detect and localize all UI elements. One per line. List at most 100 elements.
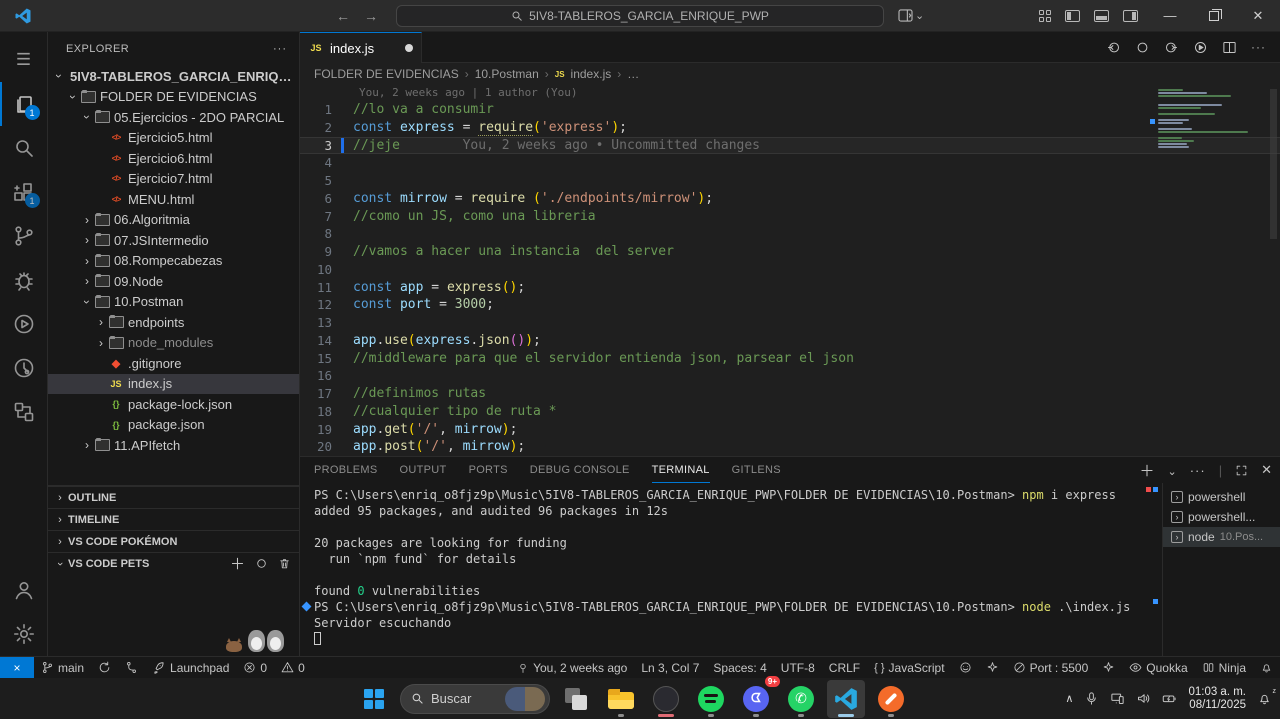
section-outline[interactable]: ›OUTLINE [48, 486, 299, 508]
tree-item-10-postman[interactable]: ›10.Postman [48, 292, 299, 313]
toggle-sidebar-icon[interactable] [1065, 10, 1080, 22]
code-line-3[interactable]: 3//jeje You, 2 weeks ago • Uncommitted c… [300, 137, 1280, 155]
restore-button[interactable] [1192, 0, 1236, 32]
tab-indexjs[interactable]: JS index.js [300, 32, 422, 63]
tree-item-menu-html[interactable]: </>MENU.html [48, 189, 299, 210]
command-center-search[interactable]: 5IV8-TABLEROS_GARCIA_ENRIQUE_PWP [396, 5, 884, 27]
dark-app-button[interactable] [647, 680, 685, 718]
pet-bat[interactable] [226, 641, 242, 652]
tree-item-09-node[interactable]: ›09.Node [48, 271, 299, 292]
settings-gear-icon[interactable] [0, 612, 48, 656]
orange-app-button[interactable] [872, 680, 910, 718]
code-line-10[interactable]: 10 [300, 261, 1280, 279]
gitlens-prev-change-icon[interactable] [1106, 40, 1121, 55]
tree-item-06-algoritmia[interactable]: ›06.Algoritmia [48, 210, 299, 231]
toggle-secondary-sidebar-icon[interactable] [1123, 10, 1138, 22]
breadcrumb-item[interactable]: … [627, 67, 639, 81]
nav-forward-button[interactable]: → [364, 8, 378, 24]
maximize-panel-icon[interactable] [1235, 464, 1248, 477]
code-line-14[interactable]: 14app.use(express.json()); [300, 332, 1280, 350]
tree-item-07-jsintermedio[interactable]: ›07.JSIntermedio [48, 230, 299, 251]
mic-icon[interactable] [1084, 691, 1099, 706]
remote-explorer-icon[interactable] [0, 390, 48, 434]
section-vs-code-pok-mon[interactable]: ›VS CODE POKÉMON [48, 530, 299, 552]
status-indentation[interactable]: Spaces: 4 [706, 657, 773, 679]
tray-clock[interactable]: 01:03 a. m.08/11/2025 [1188, 686, 1246, 712]
code-line-17[interactable]: 17//definimos rutas [300, 385, 1280, 403]
vscode-button[interactable] [827, 680, 865, 718]
status-cursor-position[interactable]: Ln 3, Col 7 [634, 657, 706, 679]
debug-icon[interactable] [0, 258, 48, 302]
tree-item-11-apifetch[interactable]: ›11.APIfetch [48, 435, 299, 456]
remote-indicator-button[interactable]: × [0, 657, 34, 679]
search-icon[interactable] [0, 126, 48, 170]
tree-item-ejercicio6-html[interactable]: </>Ejercicio6.html [48, 148, 299, 169]
tree-item-5iv8-tableros-garcia-enrique-pwp[interactable]: ›5IV8-TABLEROS_GARCIA_ENRIQUE_PWP [48, 66, 299, 87]
status-github-face[interactable] [952, 657, 979, 679]
breadcrumb-item[interactable]: index.js [571, 67, 612, 81]
speaker-icon[interactable] [1136, 691, 1151, 706]
customize-layout-icon[interactable] [1039, 10, 1051, 22]
remove-pet-icon[interactable] [278, 557, 291, 570]
code-line-20[interactable]: 20app.post('/', mirrow); [300, 438, 1280, 456]
more-icon[interactable]: ··· [1190, 463, 1206, 478]
file-explorer-button[interactable] [602, 680, 640, 718]
run-file-icon[interactable] [1193, 40, 1208, 55]
menu-icon[interactable]: ☰ [0, 38, 48, 82]
explorer-icon[interactable]: 1 [0, 82, 48, 126]
code-line-2[interactable]: 2const express = require('express'); [300, 119, 1280, 137]
terminal-instance-powershell[interactable]: ›powershell... [1163, 507, 1280, 527]
code-line-15[interactable]: 15//middleware para que el servidor enti… [300, 350, 1280, 368]
status-sync[interactable] [91, 657, 118, 679]
whatsapp-button[interactable]: ✆ [782, 680, 820, 718]
status-git-branch[interactable]: main [34, 657, 91, 679]
section-vs-code-pets[interactable]: ›VS CODE PETS＋ [48, 552, 299, 574]
code-line-7[interactable]: 7//como un JS, como una libreria [300, 208, 1280, 226]
status-spark2[interactable] [1095, 657, 1122, 679]
code-line-4[interactable]: 4 [300, 154, 1280, 172]
tree-item-endpoints[interactable]: ›endpoints [48, 312, 299, 333]
section-timeline[interactable]: ›TIMELINE [48, 508, 299, 530]
code-line-12[interactable]: 12const port = 3000; [300, 296, 1280, 314]
tray-chevron-icon[interactable]: ∧ [1065, 692, 1073, 705]
close-panel-icon[interactable]: ✕ [1261, 462, 1272, 478]
status-encoding[interactable]: UTF-8 [774, 657, 822, 679]
status-errors[interactable]: 0 [236, 657, 274, 679]
new-terminal-icon[interactable]: ＋ [1139, 460, 1154, 481]
toggle-panel-icon[interactable] [1094, 10, 1109, 22]
terminal-output[interactable]: PS C:\Users\enriq_o8fjz9p\Music\5IV8-TAB… [300, 483, 1162, 656]
unsaved-dot-icon[interactable] [405, 44, 413, 52]
spotify-button[interactable] [692, 680, 730, 718]
minimap[interactable] [1158, 89, 1258, 149]
layout-control-button[interactable]: ⌄ [898, 9, 924, 22]
gitlens-changes-icon[interactable] [1135, 40, 1150, 55]
status-quokka[interactable]: Quokka [1122, 657, 1194, 679]
terminal-instance-powershell[interactable]: ›powershell [1163, 487, 1280, 507]
battery-icon[interactable] [1162, 691, 1177, 706]
code-line-9[interactable]: 9//vamos a hacer una instancia del serve… [300, 243, 1280, 261]
code-line-1[interactable]: 1//lo va a consumir [300, 101, 1280, 119]
gitlens-next-change-icon[interactable] [1164, 40, 1179, 55]
run-tool-icon[interactable] [0, 302, 48, 346]
code-line-19[interactable]: 19app.get('/', mirrow); [300, 421, 1280, 439]
bell-icon[interactable]: z [1257, 691, 1272, 706]
tree-item-folder-de-evidencias[interactable]: ›FOLDER DE EVIDENCIAS [48, 87, 299, 108]
terminal-instance-node[interactable]: ›node10.Pos... [1163, 527, 1280, 547]
status-language-mode[interactable]: { }JavaScript [867, 657, 951, 679]
panel-tab-terminal[interactable]: TERMINAL [652, 457, 710, 483]
code-line-6[interactable]: 6const mirrow = require ('./endpoints/mi… [300, 190, 1280, 208]
code-line-16[interactable]: 16 [300, 367, 1280, 385]
tree-item-index-js[interactable]: JSindex.js [48, 374, 299, 395]
status-ninja[interactable]: Ninja [1195, 657, 1253, 679]
status-launchpad[interactable]: Launchpad [145, 657, 236, 679]
code-line-13[interactable]: 13 [300, 314, 1280, 332]
roll-call-icon[interactable] [255, 557, 268, 570]
code-line-5[interactable]: 5 [300, 172, 1280, 190]
account-icon[interactable] [0, 568, 48, 612]
nav-back-button[interactable]: ← [336, 8, 350, 24]
split-editor-icon[interactable] [1222, 40, 1237, 55]
task-view-button[interactable] [557, 680, 595, 718]
panel-tab-ports[interactable]: PORTS [469, 457, 508, 483]
pet-bird-2[interactable] [267, 630, 284, 652]
more-actions-icon[interactable]: ··· [1251, 40, 1266, 54]
